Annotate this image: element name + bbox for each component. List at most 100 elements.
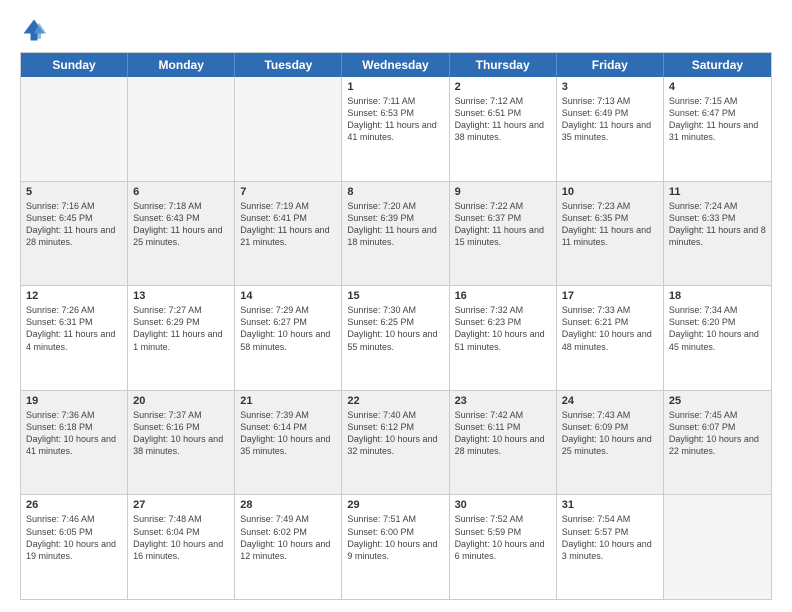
calendar-cell: [21, 77, 128, 181]
header-day-tuesday: Tuesday: [235, 53, 342, 77]
calendar-cell: 3 Sunrise: 7:13 AM Sunset: 6:49 PM Daylig…: [557, 77, 664, 181]
calendar-cell: 26 Sunrise: 7:46 AM Sunset: 6:05 PM Dayli…: [21, 495, 128, 599]
cell-info: Sunrise: 7:16 AM Sunset: 6:45 PM Dayligh…: [26, 200, 122, 249]
calendar-row-1: 5 Sunrise: 7:16 AM Sunset: 6:45 PM Daylig…: [21, 181, 771, 286]
calendar-header: SundayMondayTuesdayWednesdayThursdayFrid…: [21, 53, 771, 77]
cell-info: Sunrise: 7:40 AM Sunset: 6:12 PM Dayligh…: [347, 409, 443, 458]
day-number: 29: [347, 499, 443, 511]
cell-info: Sunrise: 7:33 AM Sunset: 6:21 PM Dayligh…: [562, 304, 658, 353]
cell-info: Sunrise: 7:45 AM Sunset: 6:07 PM Dayligh…: [669, 409, 766, 458]
cell-info: Sunrise: 7:26 AM Sunset: 6:31 PM Dayligh…: [26, 304, 122, 353]
calendar-row-2: 12 Sunrise: 7:26 AM Sunset: 6:31 PM Dayli…: [21, 285, 771, 390]
calendar-cell: 8 Sunrise: 7:20 AM Sunset: 6:39 PM Daylig…: [342, 182, 449, 286]
cell-info: Sunrise: 7:13 AM Sunset: 6:49 PM Dayligh…: [562, 95, 658, 144]
day-number: 8: [347, 186, 443, 198]
header-day-sunday: Sunday: [21, 53, 128, 77]
cell-info: Sunrise: 7:48 AM Sunset: 6:04 PM Dayligh…: [133, 513, 229, 562]
cell-info: Sunrise: 7:15 AM Sunset: 6:47 PM Dayligh…: [669, 95, 766, 144]
cell-info: Sunrise: 7:51 AM Sunset: 6:00 PM Dayligh…: [347, 513, 443, 562]
cell-info: Sunrise: 7:34 AM Sunset: 6:20 PM Dayligh…: [669, 304, 766, 353]
day-number: 11: [669, 186, 766, 198]
day-number: 5: [26, 186, 122, 198]
logo-icon: [20, 16, 48, 44]
cell-info: Sunrise: 7:19 AM Sunset: 6:41 PM Dayligh…: [240, 200, 336, 249]
day-number: 3: [562, 81, 658, 93]
cell-info: Sunrise: 7:29 AM Sunset: 6:27 PM Dayligh…: [240, 304, 336, 353]
cell-info: Sunrise: 7:42 AM Sunset: 6:11 PM Dayligh…: [455, 409, 551, 458]
calendar-cell: 11Sunrise: 7:24 AM Sunset: 6:33 PM Dayli…: [664, 182, 771, 286]
day-number: 6: [133, 186, 229, 198]
calendar-cell: 15 Sunrise: 7:30 AM Sunset: 6:25 PM Dayli…: [342, 286, 449, 390]
day-number: 17: [562, 290, 658, 302]
calendar-cell: 19Sunrise: 7:36 AM Sunset: 6:18 PM Dayli…: [21, 391, 128, 495]
day-number: 24: [562, 395, 658, 407]
day-number: 13: [133, 290, 229, 302]
page: SundayMondayTuesdayWednesdayThursdayFrid…: [0, 0, 792, 612]
day-number: 18: [669, 290, 766, 302]
header-day-friday: Friday: [557, 53, 664, 77]
day-number: 4: [669, 81, 766, 93]
calendar-cell: [128, 77, 235, 181]
calendar-cell: 17 Sunrise: 7:33 AM Sunset: 6:21 PM Dayli…: [557, 286, 664, 390]
calendar-cell: 23 Sunrise: 7:42 AM Sunset: 6:11 PM Dayli…: [450, 391, 557, 495]
calendar-cell: 6 Sunrise: 7:18 AM Sunset: 6:43 PM Daylig…: [128, 182, 235, 286]
calendar-cell: 16 Sunrise: 7:32 AM Sunset: 6:23 PM Dayli…: [450, 286, 557, 390]
day-number: 16: [455, 290, 551, 302]
calendar-cell: 5 Sunrise: 7:16 AM Sunset: 6:45 PM Daylig…: [21, 182, 128, 286]
calendar-cell: 12 Sunrise: 7:26 AM Sunset: 6:31 PM Dayli…: [21, 286, 128, 390]
cell-info: Sunrise: 7:49 AM Sunset: 6:02 PM Dayligh…: [240, 513, 336, 562]
calendar-cell: 20Sunrise: 7:37 AM Sunset: 6:16 PM Dayli…: [128, 391, 235, 495]
day-number: 28: [240, 499, 336, 511]
day-number: 31: [562, 499, 658, 511]
day-number: 12: [26, 290, 122, 302]
day-number: 10: [562, 186, 658, 198]
cell-info: Sunrise: 7:20 AM Sunset: 6:39 PM Dayligh…: [347, 200, 443, 249]
day-number: 14: [240, 290, 336, 302]
calendar-cell: 21 Sunrise: 7:39 AM Sunset: 6:14 PM Dayli…: [235, 391, 342, 495]
day-number: 19: [26, 395, 122, 407]
calendar-cell: 2Sunrise: 7:12 AM Sunset: 6:51 PM Daylig…: [450, 77, 557, 181]
cell-info: Sunrise: 7:54 AM Sunset: 5:57 PM Dayligh…: [562, 513, 658, 562]
calendar-cell: [664, 495, 771, 599]
cell-info: Sunrise: 7:32 AM Sunset: 6:23 PM Dayligh…: [455, 304, 551, 353]
header: [20, 16, 772, 44]
calendar-cell: 9 Sunrise: 7:22 AM Sunset: 6:37 PM Daylig…: [450, 182, 557, 286]
calendar-cell: 24 Sunrise: 7:43 AM Sunset: 6:09 PM Dayli…: [557, 391, 664, 495]
calendar-row-3: 19Sunrise: 7:36 AM Sunset: 6:18 PM Dayli…: [21, 390, 771, 495]
cell-info: Sunrise: 7:39 AM Sunset: 6:14 PM Dayligh…: [240, 409, 336, 458]
calendar-cell: 18 Sunrise: 7:34 AM Sunset: 6:20 PM Dayli…: [664, 286, 771, 390]
calendar: SundayMondayTuesdayWednesdayThursdayFrid…: [20, 52, 772, 600]
calendar-cell: 1Sunrise: 7:11 AM Sunset: 6:53 PM Daylig…: [342, 77, 449, 181]
calendar-row-0: 1Sunrise: 7:11 AM Sunset: 6:53 PM Daylig…: [21, 77, 771, 181]
calendar-cell: 14 Sunrise: 7:29 AM Sunset: 6:27 PM Dayli…: [235, 286, 342, 390]
calendar-cell: 31 Sunrise: 7:54 AM Sunset: 5:57 PM Dayli…: [557, 495, 664, 599]
day-number: 20: [133, 395, 229, 407]
cell-info: Sunrise: 7:43 AM Sunset: 6:09 PM Dayligh…: [562, 409, 658, 458]
cell-info: Sunrise: 7:52 AM Sunset: 5:59 PM Dayligh…: [455, 513, 551, 562]
day-number: 23: [455, 395, 551, 407]
day-number: 22: [347, 395, 443, 407]
day-number: 9: [455, 186, 551, 198]
day-number: 25: [669, 395, 766, 407]
cell-info: Sunrise: 7:18 AM Sunset: 6:43 PM Dayligh…: [133, 200, 229, 249]
calendar-body: 1Sunrise: 7:11 AM Sunset: 6:53 PM Daylig…: [21, 77, 771, 599]
header-day-saturday: Saturday: [664, 53, 771, 77]
day-number: 2: [455, 81, 551, 93]
logo: [20, 16, 52, 44]
day-number: 15: [347, 290, 443, 302]
calendar-cell: [235, 77, 342, 181]
day-number: 21: [240, 395, 336, 407]
calendar-row-4: 26 Sunrise: 7:46 AM Sunset: 6:05 PM Dayli…: [21, 494, 771, 599]
calendar-cell: 10Sunrise: 7:23 AM Sunset: 6:35 PM Dayli…: [557, 182, 664, 286]
header-day-monday: Monday: [128, 53, 235, 77]
day-number: 7: [240, 186, 336, 198]
calendar-cell: 7 Sunrise: 7:19 AM Sunset: 6:41 PM Daylig…: [235, 182, 342, 286]
day-number: 26: [26, 499, 122, 511]
header-day-wednesday: Wednesday: [342, 53, 449, 77]
cell-info: Sunrise: 7:22 AM Sunset: 6:37 PM Dayligh…: [455, 200, 551, 249]
calendar-cell: 28 Sunrise: 7:49 AM Sunset: 6:02 PM Dayli…: [235, 495, 342, 599]
cell-info: Sunrise: 7:30 AM Sunset: 6:25 PM Dayligh…: [347, 304, 443, 353]
calendar-cell: 22 Sunrise: 7:40 AM Sunset: 6:12 PM Dayli…: [342, 391, 449, 495]
calendar-cell: 27Sunrise: 7:48 AM Sunset: 6:04 PM Dayli…: [128, 495, 235, 599]
cell-info: Sunrise: 7:46 AM Sunset: 6:05 PM Dayligh…: [26, 513, 122, 562]
